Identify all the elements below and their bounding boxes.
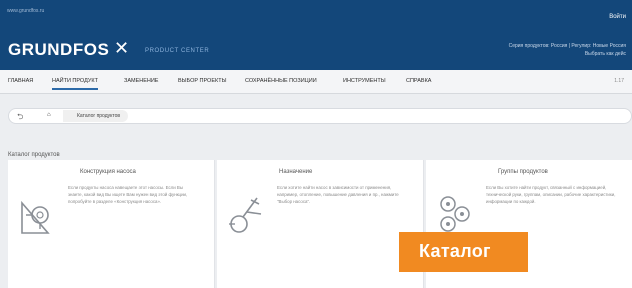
nav-item-projects[interactable]: ВЫБОР ПРОЕКТЫ <box>178 78 226 84</box>
product-groups-icon <box>440 196 470 232</box>
home-icon[interactable]: ⌂ <box>47 112 51 118</box>
back-arrow-icon[interactable]: ⮌ <box>17 111 23 125</box>
card-application[interactable]: Назначение Если хотите найти насос в зав… <box>217 160 424 288</box>
header-bar: www.grundfos.ru Войти GRUNDFOS ✕ PRODUCT… <box>0 0 632 70</box>
card-title: Группы продуктов <box>498 169 548 175</box>
grundfos-logo[interactable]: GRUNDFOS <box>8 40 109 60</box>
nav-item-saved[interactable]: СОХРАНЁННЫЕ ПОЗИЦИИ <box>245 78 317 84</box>
grundfos-fan-icon: ✕ <box>114 38 130 58</box>
main-nav: ГЛАВНАЯ НАЙТИ ПРОДУКТ ЗАМЕНЕНИЕ ВЫБОР ПР… <box>0 70 632 94</box>
nav-version: 1.17 <box>614 78 624 84</box>
product-center-label: PRODUCT CENTER <box>145 48 210 54</box>
main-content: ⮌ ⌂ Каталог продуктов Каталог продуктов … <box>0 94 632 288</box>
nav-item-find-product[interactable]: НАЙТИ ПРОДУКТ <box>52 78 98 90</box>
card-description: Если хотите найти насос в зависимости от… <box>277 185 399 204</box>
region-selector[interactable]: Серия продуктов: Россия | Регулир: Новые… <box>509 42 626 58</box>
application-icon <box>229 197 262 233</box>
pump-construction-icon <box>21 200 50 234</box>
login-link[interactable]: Войти <box>609 14 626 20</box>
nav-item-tools[interactable]: ИНСТРУМЕНТЫ <box>343 78 386 84</box>
nav-item-home[interactable]: ГЛАВНАЯ <box>8 78 33 84</box>
site-url[interactable]: www.grundfos.ru <box>7 8 44 14</box>
card-pump-construction[interactable]: Конструкция насоса Если продукты насоса … <box>8 160 215 288</box>
catalog-badge-label: Каталог <box>419 241 491 261</box>
card-description: Если Вы хотите найти продукт, связанный … <box>486 185 616 204</box>
section-title: Каталог продуктов <box>8 152 60 158</box>
card-description: Если продукты насоса навещаете этот насо… <box>68 185 188 204</box>
region-selector-line1[interactable]: Серия продуктов: Россия | Регулир: Новые… <box>509 42 626 50</box>
catalog-badge: Каталог <box>399 232 528 272</box>
card-title: Конструкция насоса <box>80 169 136 175</box>
region-selector-line2[interactable]: Выбрать как дейс <box>509 50 626 58</box>
nav-item-help[interactable]: СПРАВКА <box>406 78 431 84</box>
breadcrumb-item-catalog[interactable]: Каталог продуктов <box>63 110 129 122</box>
nav-item-replacement[interactable]: ЗАМЕНЕНИЕ <box>124 78 158 84</box>
card-title: Назначение <box>279 169 313 175</box>
breadcrumb: ⮌ ⌂ Каталог продуктов <box>8 108 632 124</box>
